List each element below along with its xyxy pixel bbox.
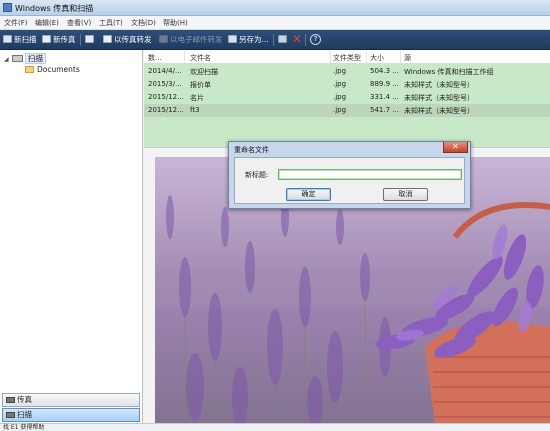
cell-source: Windows 传真和扫描工作组 <box>404 68 494 76</box>
cell-type: .jpg <box>333 106 347 114</box>
new-title-input[interactable] <box>278 169 462 180</box>
send-as-email-button[interactable]: 以电子邮件转发 <box>159 33 223 47</box>
list-header: 数... 文件名 文件类型 大小 源 <box>144 50 550 64</box>
dialog-body: 新标题: 确定 取消 <box>234 157 465 204</box>
cell-type: .jpg <box>333 80 347 88</box>
nav-fax-button[interactable]: 传真 <box>2 393 140 407</box>
delete-icon[interactable]: ✕ <box>292 32 302 46</box>
menu-edit[interactable]: 编辑(E) <box>35 18 59 28</box>
email-icon <box>159 35 168 43</box>
menu-document[interactable]: 文档(D) <box>131 18 156 28</box>
cell-date: 2015/12... <box>148 93 184 101</box>
fax-scan-app-icon <box>3 3 12 12</box>
cell-type: .jpg <box>333 93 347 101</box>
table-row-selected[interactable]: 2015/12... ft3 .jpg 541.7 ... 未知样式（未知型号） <box>144 104 550 117</box>
close-icon[interactable]: ✕ <box>443 142 468 153</box>
view-icon <box>85 35 94 43</box>
send-as-fax-button[interactable]: 以传真转发 <box>103 33 152 47</box>
new-title-label: 新标题: <box>245 171 269 179</box>
menu-bar: 文件(F) 编辑(E) 查看(V) 工具(T) 文档(D) 帮助(H) <box>0 16 550 30</box>
cell-source: 未知样式（未知型号） <box>404 107 474 115</box>
toolbar-separator <box>80 34 81 46</box>
column-header-size[interactable]: 大小 <box>370 53 384 63</box>
forward-fax-icon <box>103 35 112 43</box>
view-button[interactable] <box>85 33 96 47</box>
column-header-name[interactable]: 文件名 <box>190 53 211 63</box>
toolbar-separator <box>305 34 306 46</box>
new-scan-button[interactable]: 新扫描 <box>3 33 37 47</box>
cell-size: 331.4 ... <box>370 93 399 101</box>
nav-scan-button[interactable]: 扫描 <box>2 408 140 422</box>
tree-root-label: 扫描 <box>25 53 46 64</box>
save-as-label: 另存为... <box>239 35 269 44</box>
column-header-type[interactable]: 文件类型 <box>333 53 361 63</box>
column-divider[interactable] <box>330 51 331 63</box>
file-list: 数... 文件名 文件类型 大小 源 2014/4/... 欢迎扫描 .jpg … <box>144 50 550 147</box>
menu-help[interactable]: 帮助(H) <box>163 18 188 28</box>
cell-size: 541.7 ... <box>370 106 399 114</box>
nav-scan-label: 扫描 <box>17 410 32 419</box>
cell-name: ft3 <box>190 106 200 114</box>
navigation-pane: ◢ 扫描 Documents 传真 扫描 <box>0 50 143 423</box>
cell-name: 欢迎扫描 <box>190 68 218 76</box>
folder-icon <box>25 66 34 73</box>
cancel-button[interactable]: 取消 <box>383 188 428 201</box>
cell-date: 2014/4/... <box>148 67 182 75</box>
tree-item-documents[interactable]: Documents <box>25 65 80 76</box>
scanner-icon <box>12 55 23 62</box>
rename-file-dialog: 重命名文件 ✕ 新标题: 确定 取消 <box>228 141 471 209</box>
column-divider[interactable] <box>366 51 367 63</box>
column-divider[interactable] <box>184 51 185 63</box>
send-as-fax-label: 以传真转发 <box>114 35 152 44</box>
new-scan-label: 新扫描 <box>14 35 37 44</box>
table-row[interactable]: 2015/12... 名片 .jpg 331.4 ... 未知样式（未知型号） <box>144 91 550 104</box>
cell-date: 2015/3/... <box>148 80 182 88</box>
fax-icon <box>6 397 15 403</box>
cell-size: 889.9 ... <box>370 80 399 88</box>
printer-icon <box>278 35 287 43</box>
toolbar-separator <box>273 34 274 46</box>
save-as-button[interactable]: 另存为... <box>228 33 269 47</box>
expand-arrow-icon[interactable]: ◢ <box>4 56 12 63</box>
cell-source: 未知样式（未知型号） <box>404 94 474 102</box>
menu-tools[interactable]: 工具(T) <box>99 18 123 28</box>
scanner-icon <box>6 412 15 418</box>
column-header-date[interactable]: 数... <box>148 53 162 63</box>
cell-name: 名片 <box>190 94 204 102</box>
cell-name: 报价单 <box>190 81 211 89</box>
new-fax-button[interactable]: 新传真 <box>42 33 76 47</box>
column-header-source[interactable]: 源 <box>404 53 411 63</box>
cell-type: .jpg <box>333 67 347 75</box>
save-icon <box>228 35 237 43</box>
table-row[interactable]: 2015/3/... 报价单 .jpg 889.9 ... 未知样式（未知型号） <box>144 78 550 91</box>
status-bar: 找 E1 获得帮助 <box>0 423 550 431</box>
dialog-title: 重命名文件 <box>234 146 269 154</box>
cell-date: 2015/12... <box>148 106 184 114</box>
window-title: Windows 传真和扫描 <box>15 4 94 13</box>
cell-source: 未知样式（未知型号） <box>404 81 474 89</box>
menu-file[interactable]: 文件(F) <box>4 18 28 28</box>
tree-child-label: Documents <box>37 65 80 74</box>
title-bar: Windows 传真和扫描 <box>0 0 550 16</box>
cell-size: 504.3 ... <box>370 67 399 75</box>
column-divider[interactable] <box>400 51 401 63</box>
tree-item-scan[interactable]: ◢ 扫描 <box>4 53 46 64</box>
table-row[interactable]: 2014/4/... 欢迎扫描 .jpg 504.3 ... Windows 传… <box>144 65 550 78</box>
toolbar: 新扫描 新传真 以传真转发 以电子邮件转发 另存为... ✕ ? <box>0 30 550 50</box>
help-icon[interactable]: ? <box>310 34 321 45</box>
print-button[interactable] <box>278 33 289 47</box>
ok-button[interactable]: 确定 <box>286 188 331 201</box>
menu-view[interactable]: 查看(V) <box>67 18 91 28</box>
fax-icon <box>42 35 51 43</box>
scanner-icon <box>3 35 12 43</box>
nav-fax-label: 传真 <box>17 395 32 404</box>
new-fax-label: 新传真 <box>53 35 76 44</box>
send-as-email-label: 以电子邮件转发 <box>170 35 223 44</box>
